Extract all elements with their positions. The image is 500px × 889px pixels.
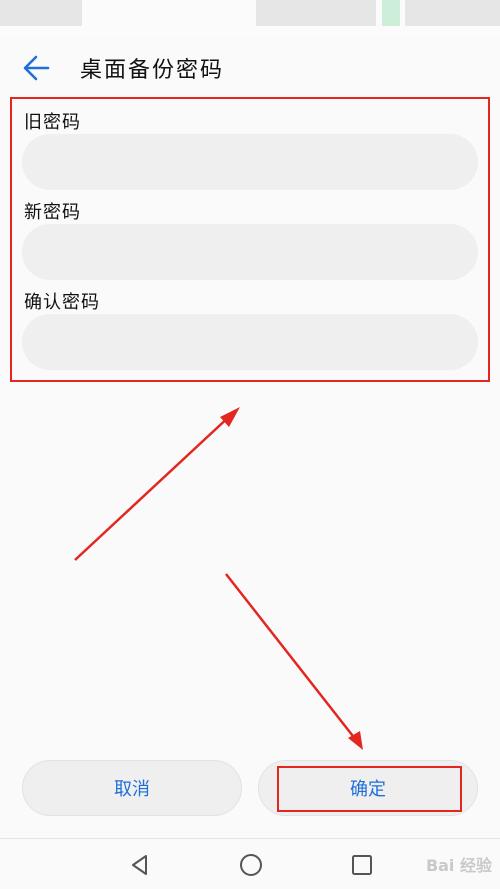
new-password-label: 新密码: [24, 202, 81, 223]
arrow-left-icon: [23, 55, 50, 81]
new-password-input[interactable]: [22, 224, 478, 280]
confirm-password-label: 确认密码: [24, 292, 100, 313]
page-title: 桌面备份密码: [80, 58, 225, 83]
old-password-label: 旧密码: [24, 112, 81, 133]
nav-back-button[interactable]: [126, 851, 154, 879]
square-recents-icon: [352, 855, 372, 875]
app-bar: 桌面备份密码: [0, 38, 500, 94]
cancel-button[interactable]: 取消: [22, 760, 242, 816]
blurred-status-middle: [256, 0, 376, 26]
arrow-to-form: [74, 413, 233, 561]
back-button[interactable]: [18, 48, 58, 88]
old-password-input[interactable]: [22, 134, 478, 190]
confirm-password-input[interactable]: [22, 314, 478, 370]
triangle-back-icon: [132, 855, 147, 875]
arrow-to-confirm: [225, 573, 357, 741]
blurred-status-right: [405, 0, 500, 26]
blurred-status-left: [0, 0, 82, 26]
circle-home-icon: [240, 854, 262, 876]
status-bar: [0, 0, 500, 36]
blurred-status-indicator: [382, 0, 400, 26]
watermark: Bai 经验: [425, 856, 492, 875]
nav-recents-button[interactable]: [348, 851, 376, 879]
nav-home-button[interactable]: [237, 851, 265, 879]
password-form: 旧密码 新密码 确认密码: [12, 98, 488, 379]
arrow-to-form-head: [220, 407, 240, 427]
arrow-to-confirm-head: [348, 731, 363, 750]
confirm-button[interactable]: 确定: [258, 760, 478, 816]
